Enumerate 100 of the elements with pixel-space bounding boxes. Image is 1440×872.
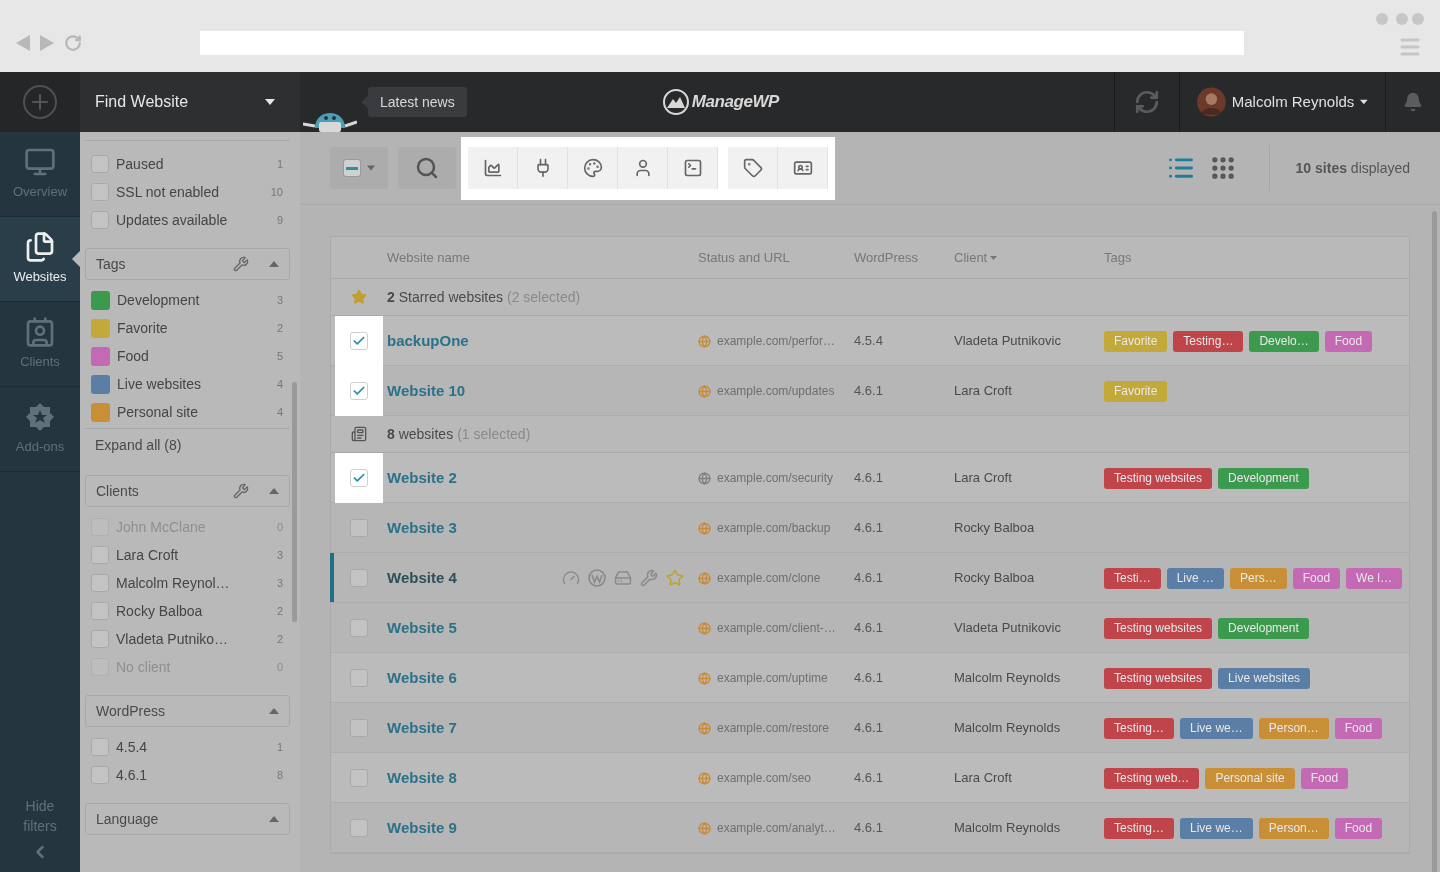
tag-label[interactable]: Testing… (1104, 717, 1175, 739)
checkbox[interactable] (350, 819, 368, 837)
address-bar[interactable] (200, 31, 1244, 55)
user-button[interactable] (618, 147, 668, 189)
tag-label[interactable]: Live we… (1180, 817, 1253, 839)
star-outline-icon[interactable] (666, 569, 684, 587)
palette-button[interactable] (568, 147, 618, 189)
expand-all-link[interactable]: Expand all (8) (95, 437, 182, 453)
website-link[interactable]: Website 9 (387, 816, 457, 840)
scrollbar[interactable] (292, 382, 297, 622)
tag-label[interactable]: Favorite (1104, 380, 1168, 402)
tag-swatch[interactable] (91, 346, 110, 366)
tag-swatch[interactable] (91, 402, 110, 422)
tag-label[interactable]: Testing websites (1104, 617, 1213, 639)
checkbox[interactable] (91, 630, 109, 648)
add-button[interactable] (23, 85, 57, 119)
latest-news-bubble[interactable]: Latest news (368, 87, 467, 117)
tag-label[interactable]: Live … (1166, 567, 1225, 589)
search-button[interactable] (398, 147, 456, 189)
circle-w-icon[interactable] (588, 569, 606, 587)
tag-label[interactable]: Testing web… (1104, 767, 1200, 789)
tag-label[interactable]: Personal site (1205, 767, 1295, 789)
notifications-icon[interactable] (1403, 92, 1423, 112)
checkbox[interactable] (91, 766, 109, 784)
checkbox[interactable] (350, 719, 368, 737)
checkbox[interactable] (91, 574, 109, 592)
tag-swatch[interactable] (91, 290, 110, 310)
wrench-icon[interactable] (233, 256, 249, 272)
tag-label[interactable]: Live we… (1180, 717, 1253, 739)
website-link[interactable]: Website 8 (387, 766, 457, 790)
forward-icon[interactable] (40, 35, 54, 51)
tag-label[interactable]: Testing… (1173, 330, 1244, 352)
table-row[interactable]: Website 4 example.com/clone 4.6.1 Rocky Balboa Testi… Live … Pers… Food We l… (331, 553, 1409, 603)
chart-button[interactable] (468, 147, 518, 189)
checkbox[interactable] (91, 546, 109, 564)
hide-filters-button[interactable]: Hide filters (0, 796, 80, 842)
filter-section-header[interactable]: Clients (85, 475, 290, 507)
tag-button[interactable] (728, 147, 778, 189)
checkbox[interactable] (350, 469, 368, 487)
tag-label[interactable]: Food (1292, 567, 1341, 589)
website-link[interactable]: Website 4 (387, 566, 457, 590)
gauge-icon[interactable] (562, 569, 580, 587)
scrollbar[interactable] (1432, 211, 1437, 872)
tag-label[interactable]: Person… (1258, 817, 1329, 839)
checkbox[interactable] (350, 619, 368, 637)
table-row[interactable]: Website 2 example.com/security 4.6.1 Lara Croft Testing websites Development (331, 453, 1409, 503)
checkbox[interactable] (350, 569, 368, 587)
column-header[interactable]: Client (954, 247, 1104, 268)
checkbox[interactable] (350, 669, 368, 687)
tag-label[interactable]: Testi… (1104, 567, 1161, 589)
tag-label[interactable]: Testing websites (1104, 467, 1213, 489)
website-link[interactable]: Website 6 (387, 666, 457, 690)
tag-label[interactable]: Person… (1258, 717, 1329, 739)
wrench-icon[interactable] (233, 483, 249, 499)
tag-label[interactable]: Pers… (1230, 567, 1287, 589)
tag-label[interactable]: Development (1218, 467, 1309, 489)
tag-label[interactable]: We l… (1346, 567, 1402, 589)
checkbox[interactable] (91, 738, 109, 756)
sync-icon[interactable] (1134, 89, 1160, 115)
filter-section-header[interactable]: Language (85, 803, 290, 835)
checkbox[interactable] (350, 519, 368, 537)
tag-swatch[interactable] (91, 374, 110, 394)
checkbox[interactable] (350, 769, 368, 787)
tag-label[interactable]: Food (1334, 717, 1383, 739)
checkbox[interactable] (350, 332, 368, 350)
checkbox[interactable] (91, 183, 109, 201)
filter-section-header[interactable]: Tags (85, 248, 290, 280)
column-header[interactable]: Status and URL (698, 247, 854, 268)
back-icon[interactable] (16, 35, 30, 51)
tag-label[interactable]: Testing… (1104, 817, 1175, 839)
website-link[interactable]: Website 10 (387, 379, 466, 403)
user-menu[interactable]: Malcolm Reynolds (1179, 72, 1386, 132)
tag-label[interactable]: Food (1334, 817, 1383, 839)
reload-icon[interactable] (64, 34, 82, 52)
tag-label[interactable]: Develo… (1249, 330, 1319, 352)
website-link[interactable]: Website 5 (387, 616, 457, 640)
id-card-button[interactable] (778, 147, 828, 189)
tag-label[interactable]: Live websites (1218, 667, 1311, 689)
website-link[interactable]: Website 2 (387, 466, 457, 490)
checkbox[interactable] (91, 155, 109, 173)
column-header[interactable]: Website name (387, 247, 698, 268)
tag-label[interactable]: Favorite (1104, 330, 1168, 352)
table-row[interactable]: Website 10 example.com/updates 4.6.1 Lara Croft Favorite (331, 366, 1409, 416)
table-row[interactable]: backupOne example.com/perfor… 4.5.4 Vladeta Putnikovic Favorite Testing… Develo… Food (331, 316, 1409, 366)
plug-button[interactable] (518, 147, 568, 189)
tag-label[interactable]: Testing websites (1104, 667, 1213, 689)
tag-label[interactable]: Development (1218, 617, 1309, 639)
website-link[interactable]: backupOne (387, 329, 469, 353)
website-link[interactable]: Website 7 (387, 716, 457, 740)
tag-label[interactable]: Food (1300, 767, 1349, 789)
column-header[interactable]: WordPress (854, 247, 954, 268)
terminal-button[interactable] (668, 147, 718, 189)
filter-section-header[interactable]: WordPress (85, 695, 290, 727)
wrench-icon[interactable] (640, 569, 658, 587)
checkbox[interactable] (91, 602, 109, 620)
checkbox[interactable] (350, 382, 368, 400)
drive-icon[interactable] (614, 569, 632, 587)
select-dropdown-button[interactable] (330, 147, 388, 189)
nav-item[interactable]: Websites (0, 217, 80, 302)
checkbox[interactable] (91, 211, 109, 229)
